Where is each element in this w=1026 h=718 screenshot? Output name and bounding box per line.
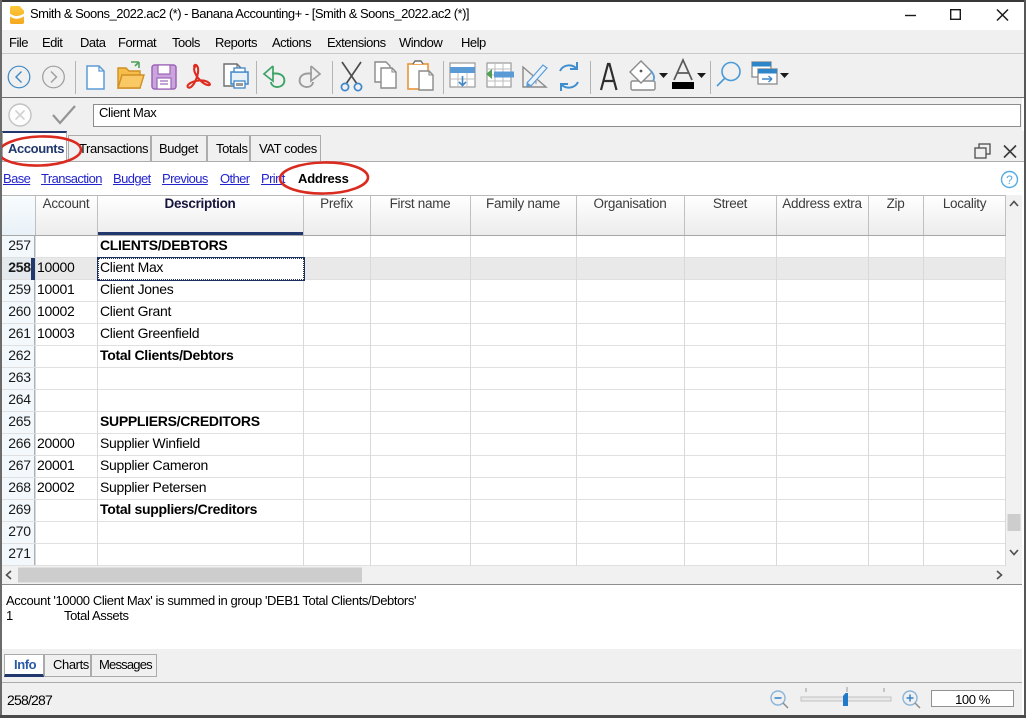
svg-text:?: ?: [1006, 173, 1013, 187]
